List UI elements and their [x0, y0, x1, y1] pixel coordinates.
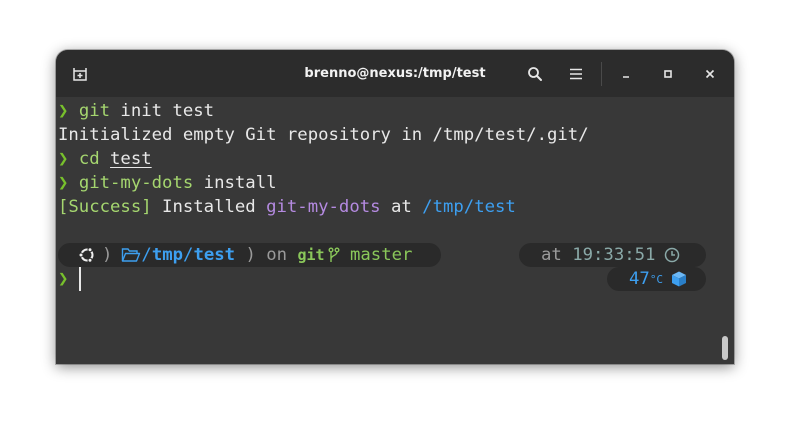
- new-tab-button[interactable]: [65, 59, 95, 89]
- scrollbar-thumb[interactable]: [722, 336, 728, 360]
- text-cursor: [79, 267, 81, 291]
- package-name: git-my-dots: [266, 197, 381, 217]
- path-separator: /: [183, 245, 194, 265]
- path-root: /: [141, 245, 152, 265]
- title-bar[interactable]: brenno@nexus:/tmp/test: [56, 50, 734, 97]
- command-args: install: [193, 173, 277, 193]
- terminal-line: ❯ git init test: [58, 99, 214, 123]
- prompt-time-segment: at 19:33:51: [519, 243, 706, 267]
- prompt-arrow: ❯: [58, 149, 69, 169]
- titlebar-separator: [601, 62, 602, 86]
- ubuntu-icon: [78, 247, 94, 263]
- prompt-arrow: ❯: [58, 101, 69, 121]
- menu-button[interactable]: [561, 59, 591, 89]
- output-text: at: [380, 197, 423, 217]
- prompt-arrow: ❯: [58, 173, 69, 193]
- search-icon: [528, 67, 542, 81]
- temperature-value: 47: [629, 269, 650, 289]
- prompt-temperature-segment: 47 °C: [607, 267, 706, 291]
- maximize-icon: [664, 70, 672, 78]
- terminal-output-line: Initialized empty Git repository in /tmp…: [58, 125, 589, 145]
- command-name: git-my-dots: [78, 173, 194, 193]
- clock-icon: [665, 247, 680, 263]
- search-button[interactable]: [520, 59, 550, 89]
- time-value: 19:33:51: [572, 245, 656, 265]
- git-branch-icon: [328, 247, 340, 262]
- branch-name: master: [350, 245, 413, 265]
- prompt-arrow: ❯: [58, 269, 69, 289]
- new-tab-icon: [73, 68, 87, 81]
- segment-divider: ): [102, 245, 113, 265]
- success-tag: [Success]: [58, 197, 152, 217]
- maximize-button[interactable]: [653, 59, 683, 89]
- prompt-left-segment: ) / tmp / test ) on git master: [58, 243, 441, 267]
- terminal-window: brenno@nexus:/tmp/test ❯ git init test I…: [56, 50, 734, 364]
- terminal-line: ❯ git-my-dots install: [58, 171, 277, 195]
- command-args: init test: [110, 101, 215, 121]
- terminal-output-line: [Success] Installed git-my-dots at /tmp/…: [58, 195, 516, 219]
- command-separator: [100, 149, 110, 169]
- segment-divider: ): [235, 245, 267, 265]
- hamburger-menu-icon: [570, 68, 582, 80]
- terminal-line: ❯ cd test: [58, 147, 152, 171]
- output-text: Installed: [151, 197, 267, 217]
- temperature-unit: °C: [649, 272, 664, 286]
- git-label: git: [297, 246, 325, 264]
- close-icon: [705, 69, 715, 79]
- path-dir: tmp: [151, 245, 184, 265]
- command-name: cd: [78, 149, 100, 169]
- minimize-icon: [623, 76, 629, 78]
- install-path: /tmp/test: [422, 197, 516, 217]
- terminal-output[interactable]: ❯ git init test Initialized empty Git re…: [56, 97, 718, 364]
- on-label: on: [266, 245, 288, 265]
- terminal-line: ❯: [58, 267, 68, 291]
- at-label: at: [541, 245, 562, 265]
- cube-icon: [672, 271, 687, 287]
- folder-open-icon: [122, 248, 141, 262]
- command-path-arg: test: [110, 149, 152, 169]
- command-name: git: [78, 101, 111, 121]
- minimize-button[interactable]: [611, 59, 641, 89]
- path-current-dir: test: [193, 245, 236, 265]
- scrollbar-track[interactable]: [718, 97, 734, 364]
- close-button[interactable]: [695, 59, 725, 89]
